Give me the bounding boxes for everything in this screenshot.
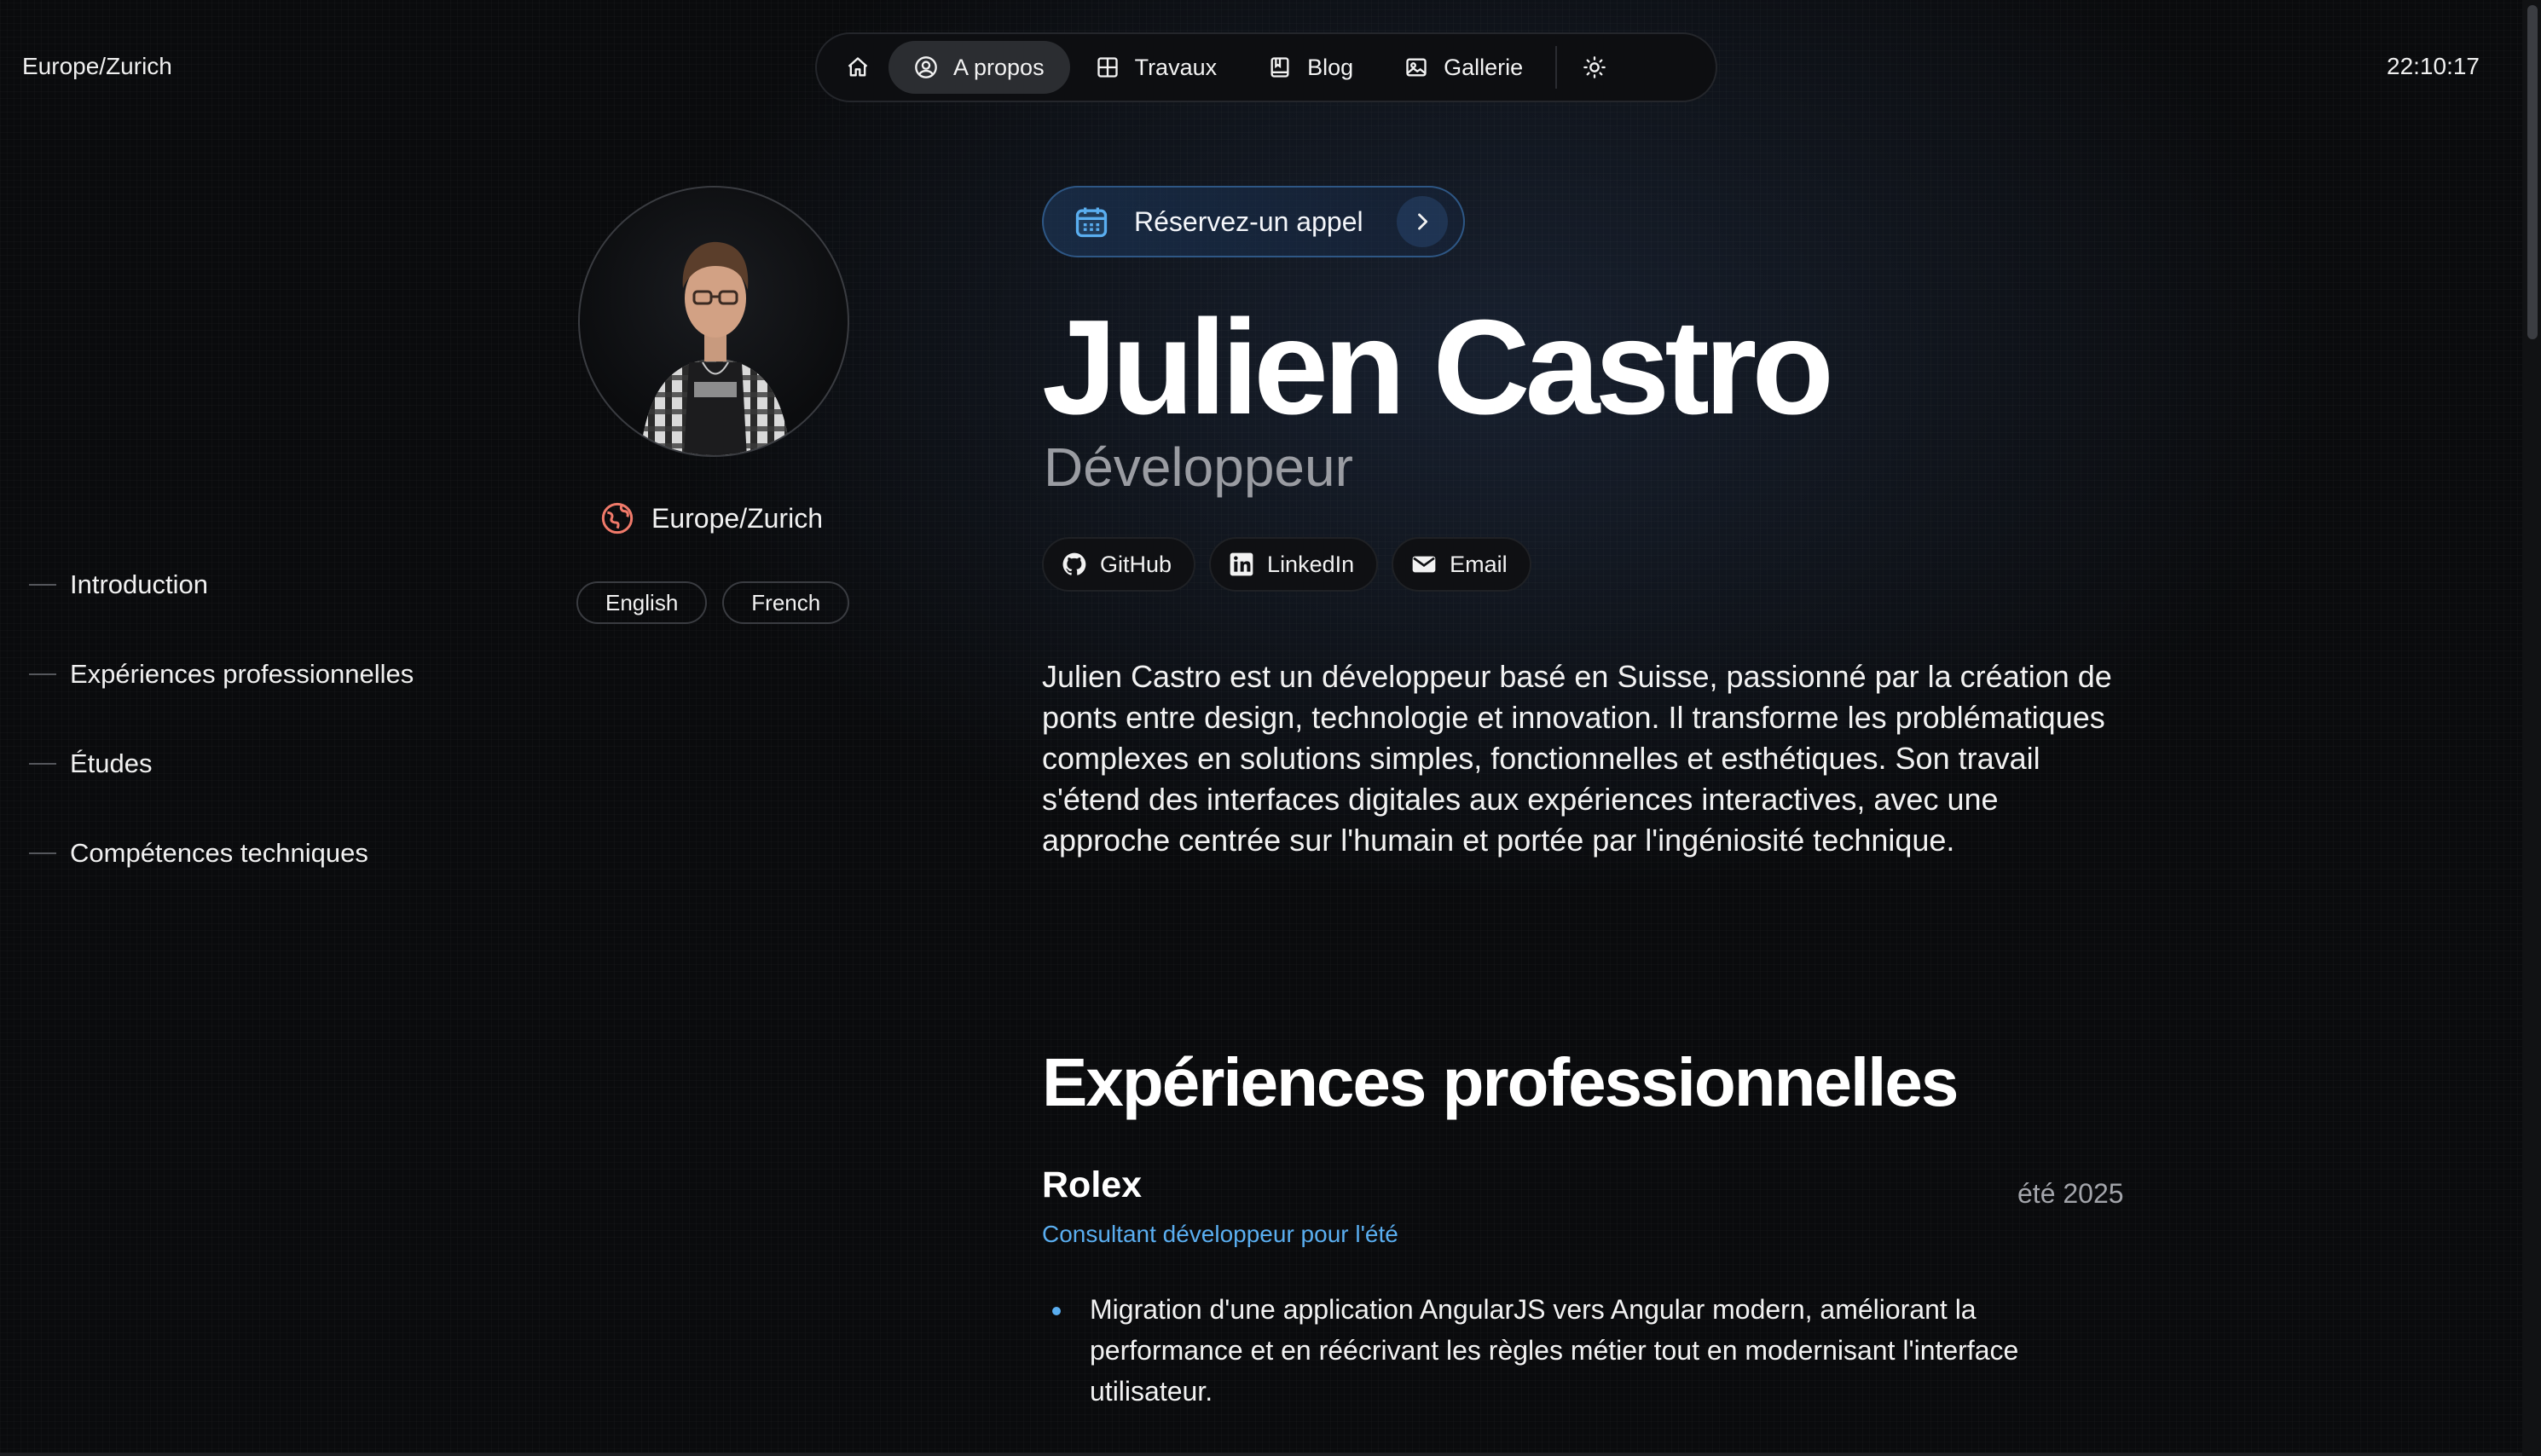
dash-marker bbox=[29, 584, 56, 586]
nav-item-travaux[interactable]: Travaux bbox=[1070, 41, 1243, 94]
section-link-label: Expériences professionnelles bbox=[70, 659, 414, 689]
user-circle-icon bbox=[914, 55, 938, 79]
book-icon bbox=[1268, 55, 1292, 79]
top-nav: A propos Travaux Blog Gallerie bbox=[815, 32, 1717, 102]
book-call-label: Réservez-un appel bbox=[1134, 205, 1363, 237]
nav-item-label: A propos bbox=[953, 54, 1045, 80]
globe-icon bbox=[600, 501, 634, 535]
nav-item-a-propos[interactable]: A propos bbox=[888, 41, 1070, 94]
nav-item-blog[interactable]: Blog bbox=[1242, 41, 1379, 94]
header-timezone: Europe/Zurich bbox=[22, 53, 172, 79]
job-position: Consultant développeur pour l'été bbox=[1042, 1221, 1398, 1247]
section-nav: Introduction Expériences professionnelle… bbox=[29, 568, 414, 926]
header-clock: 22:10:17 bbox=[2387, 53, 2480, 79]
job-company: Rolex bbox=[1042, 1164, 1143, 1205]
job-period: été 2025 bbox=[2017, 1178, 2124, 1209]
section-link-introduction[interactable]: Introduction bbox=[29, 568, 414, 602]
section-link-label: Études bbox=[70, 748, 153, 778]
social-label: Email bbox=[1450, 551, 1508, 577]
linkedin-icon bbox=[1228, 551, 1255, 578]
section-link-label: Compétences techniques bbox=[70, 838, 368, 868]
email-icon bbox=[1410, 551, 1438, 578]
location-label: Europe/Zurich bbox=[651, 502, 823, 534]
dash-marker bbox=[29, 763, 56, 765]
image-icon bbox=[1404, 55, 1428, 79]
dash-marker bbox=[29, 852, 56, 854]
page: Europe/Zurich 22:10:17 A propos Travaux … bbox=[0, 0, 2541, 1456]
hero-name: Julien Castro bbox=[1042, 292, 1834, 442]
github-icon bbox=[1061, 551, 1088, 578]
nav-item-label: Gallerie bbox=[1444, 54, 1524, 80]
hero-role: Développeur bbox=[1044, 436, 1353, 498]
nav-home-button[interactable] bbox=[827, 41, 888, 94]
social-label: LinkedIn bbox=[1267, 551, 1355, 577]
chevron-right-icon bbox=[1397, 196, 1448, 247]
section-link-experiences[interactable]: Expériences professionnelles bbox=[29, 657, 414, 691]
experience-heading: Expériences professionnelles bbox=[1042, 1044, 1959, 1120]
email-link[interactable]: Email bbox=[1392, 537, 1531, 592]
nav-item-label: Travaux bbox=[1134, 54, 1218, 80]
profile-location: Europe/Zurich bbox=[600, 501, 823, 535]
portrait-illustration bbox=[640, 241, 791, 455]
linkedin-link[interactable]: LinkedIn bbox=[1209, 537, 1379, 592]
language-chip-english: English bbox=[576, 581, 708, 624]
calendar-icon bbox=[1073, 203, 1110, 240]
section-link-competences[interactable]: Compétences techniques bbox=[29, 836, 414, 870]
github-link[interactable]: GitHub bbox=[1042, 537, 1196, 592]
theme-toggle-button[interactable] bbox=[1564, 41, 1625, 94]
nav-divider bbox=[1555, 46, 1558, 89]
intro-paragraph: Julien Castro est un développeur basé en… bbox=[1042, 659, 2112, 858]
dash-marker bbox=[29, 673, 56, 675]
social-label: GitHub bbox=[1100, 551, 1172, 577]
nav-item-label: Blog bbox=[1307, 54, 1354, 80]
divider bbox=[0, 1453, 2522, 1456]
list-item: Migration d'une application AngularJS ve… bbox=[1042, 1289, 2099, 1412]
page-scrollbar[interactable] bbox=[2522, 0, 2541, 1456]
sun-icon bbox=[1583, 55, 1606, 79]
avatar bbox=[578, 186, 849, 457]
language-chip-french: French bbox=[722, 581, 850, 624]
section-link-label: Introduction bbox=[70, 569, 208, 599]
grid-icon bbox=[1096, 55, 1120, 79]
social-links: GitHub LinkedIn Email bbox=[1042, 537, 1531, 592]
book-call-button[interactable]: Réservez-un appel bbox=[1042, 186, 1465, 257]
section-link-etudes[interactable]: Études bbox=[29, 747, 414, 781]
nav-item-gallerie[interactable]: Gallerie bbox=[1379, 41, 1548, 94]
job-bullets: Migration d'une application AngularJS ve… bbox=[1042, 1289, 2099, 1412]
home-icon bbox=[846, 55, 870, 79]
language-list: English French bbox=[576, 581, 850, 624]
scrollbar-thumb[interactable] bbox=[2527, 5, 2538, 339]
